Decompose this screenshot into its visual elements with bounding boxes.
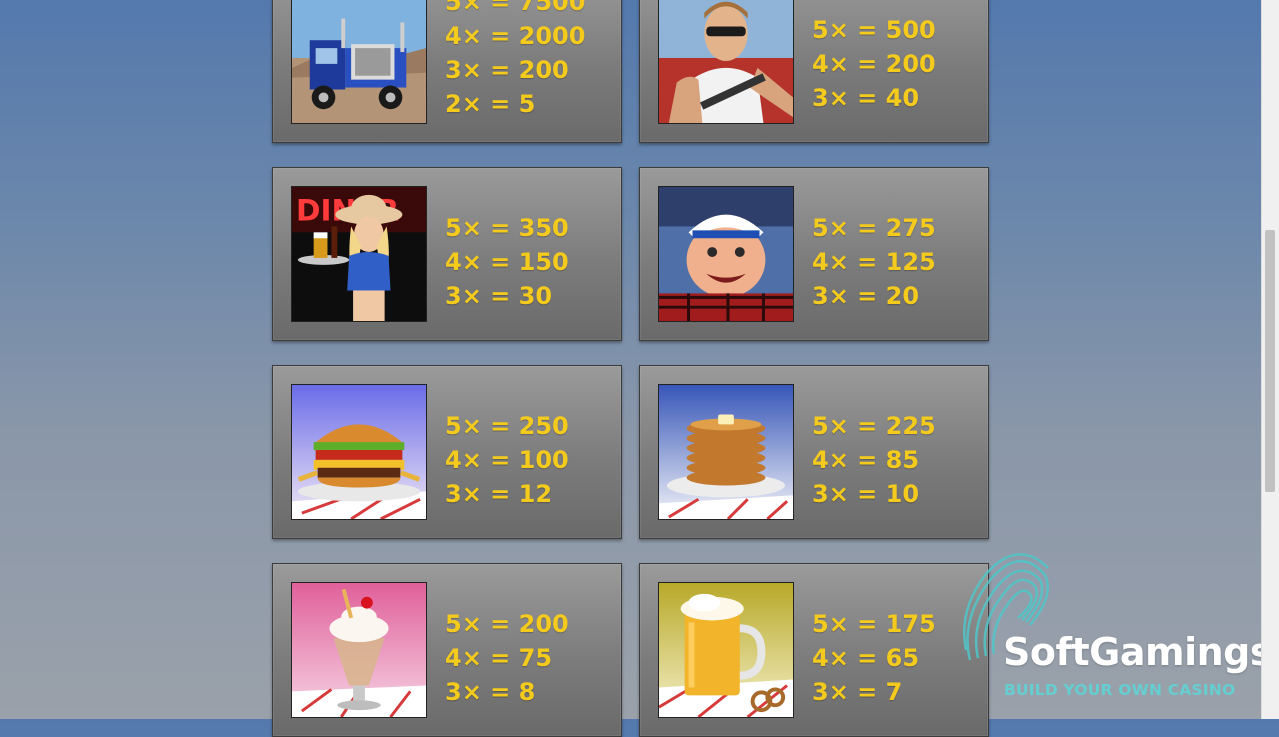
waitress-symbol-image: DINER xyxy=(291,186,427,322)
pancakes-symbol-image xyxy=(658,384,794,520)
payout-3x: 3× = 12 xyxy=(445,480,553,508)
payout-5x: 5× = 500 xyxy=(812,16,936,44)
paytable-card-beer: 5× = 175 4× = 65 3× = 7 xyxy=(639,563,989,737)
payout-list: 5× = 175 4× = 65 3× = 7 xyxy=(812,607,936,709)
payout-3x: 3× = 8 xyxy=(445,678,536,706)
payout-list: 5× = 225 4× = 85 3× = 10 xyxy=(812,409,936,511)
payout-5x: 5× = 7500 xyxy=(445,0,586,16)
payout-2x: 2× = 5 xyxy=(445,90,536,118)
driver-symbol-image xyxy=(658,0,794,124)
paytable-card-pancakes: 5× = 225 4× = 85 3× = 10 xyxy=(639,365,989,539)
payout-list: 5× = 350 4× = 150 3× = 30 xyxy=(445,211,569,313)
payout-4x: 4× = 150 xyxy=(445,248,569,276)
payout-3x: 3× = 20 xyxy=(812,282,920,310)
softgamings-logo-tagline: BUILD YOUR OWN CASINO xyxy=(1004,681,1236,699)
payout-3x: 3× = 10 xyxy=(812,480,920,508)
payout-4x: 4× = 65 xyxy=(812,644,920,672)
paytable-card-burger: 5× = 250 4× = 100 3× = 12 xyxy=(272,365,622,539)
payout-list: 5× = 200 4× = 75 3× = 8 xyxy=(445,607,569,709)
sundae-symbol-image xyxy=(291,582,427,718)
payout-4x: 4× = 125 xyxy=(812,248,936,276)
payout-list: 5× = 7500 4× = 2000 3× = 200 2× = 5 xyxy=(445,0,585,121)
softgamings-watermark: SoftGamings BUILD YOUR OWN CASINO xyxy=(960,550,1273,710)
payout-list: 5× = 275 4× = 125 3× = 20 xyxy=(812,211,936,313)
paytable-card-trucker: 5× = 275 4× = 125 3× = 20 xyxy=(639,167,989,341)
payout-5x: 5× = 200 xyxy=(445,610,569,638)
payout-4x: 4× = 200 xyxy=(812,50,936,78)
beer-symbol-image xyxy=(658,582,794,718)
payout-4x: 4× = 75 xyxy=(445,644,553,672)
paytable-card-waitress: DINER 5× = 350 4× = 150 3× = 30 xyxy=(272,167,622,341)
payout-5x: 5× = 225 xyxy=(812,412,936,440)
softgamings-logo-name: SoftGamings xyxy=(1003,630,1273,674)
burger-symbol-image xyxy=(291,384,427,520)
payout-4x: 4× = 100 xyxy=(445,446,569,474)
payout-list: 5× = 250 4× = 100 3× = 12 xyxy=(445,409,569,511)
payout-5x: 5× = 275 xyxy=(812,214,936,242)
vertical-scrollbar[interactable] xyxy=(1261,0,1279,719)
paytable-card-truck: 5× = 7500 4× = 2000 3× = 200 2× = 5 xyxy=(272,0,622,143)
payout-3x: 3× = 40 xyxy=(812,84,920,112)
trucker-symbol-image xyxy=(658,186,794,322)
payout-list: 5× = 500 4× = 200 3× = 40 xyxy=(812,13,936,115)
payout-5x: 5× = 250 xyxy=(445,412,569,440)
payout-4x: 4× = 2000 xyxy=(445,22,586,50)
payout-4x: 4× = 85 xyxy=(812,446,920,474)
truck-symbol-image xyxy=(291,0,427,124)
scrollbar-thumb[interactable] xyxy=(1265,230,1275,492)
payout-5x: 5× = 175 xyxy=(812,610,936,638)
payout-5x: 5× = 350 xyxy=(445,214,569,242)
payout-3x: 3× = 200 xyxy=(445,56,569,84)
paytable-card-driver: 5× = 500 4× = 200 3× = 40 xyxy=(639,0,989,143)
payout-3x: 3× = 7 xyxy=(812,678,903,706)
payout-3x: 3× = 30 xyxy=(445,282,553,310)
paytable-card-sundae: 5× = 200 4× = 75 3× = 8 xyxy=(272,563,622,737)
